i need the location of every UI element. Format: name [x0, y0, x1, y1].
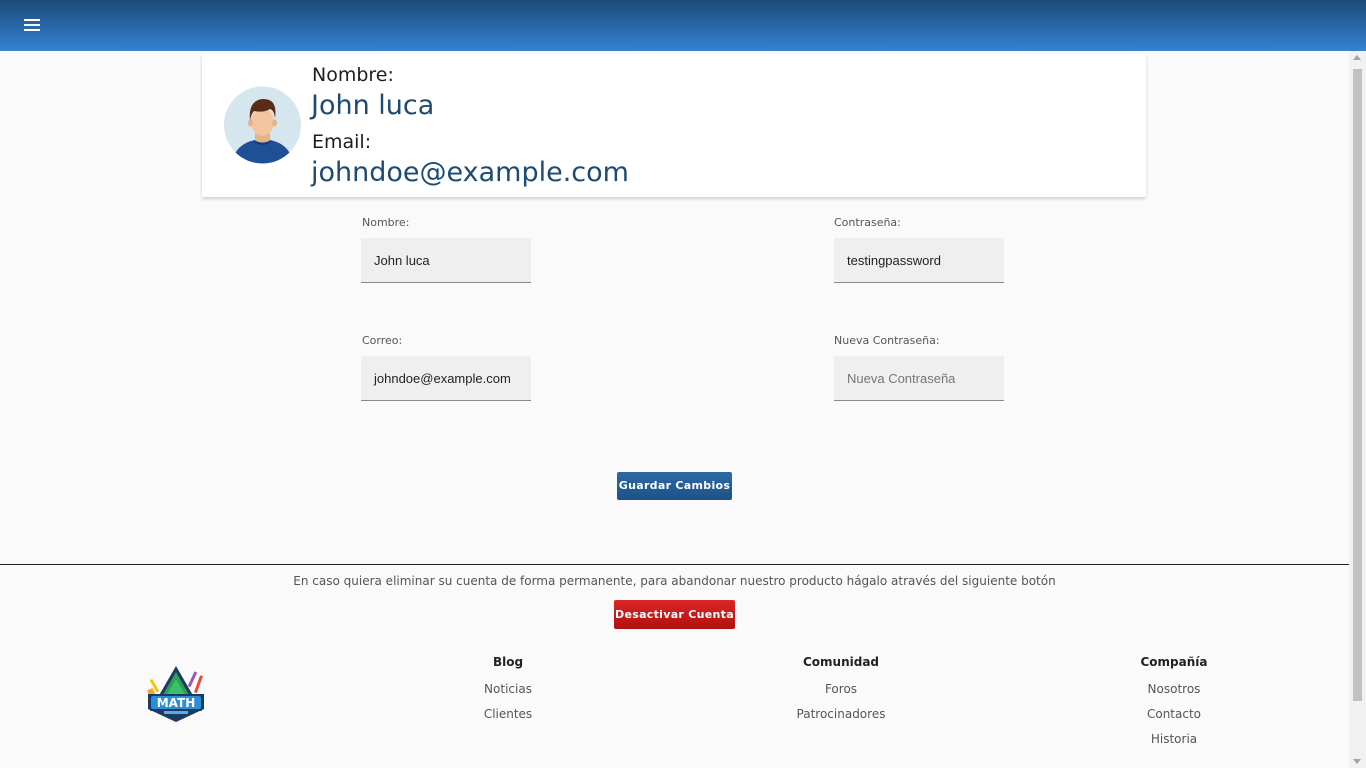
- profile-email-label: Email:: [312, 131, 372, 153]
- footer-link-patrocinadores[interactable]: Patrocinadores: [761, 707, 921, 722]
- footer-column-title: Compañía: [1140, 655, 1208, 669]
- footer-link-nosotros[interactable]: Nosotros: [1094, 682, 1254, 697]
- profile-card: Nombre: John luca Email: johndoe@example…: [202, 54, 1146, 197]
- password-field-label: Contraseña:: [834, 216, 901, 229]
- new-password-field-label: Nueva Contraseña:: [834, 334, 940, 347]
- profile-name-label: Nombre:: [312, 64, 394, 86]
- footer-link-contacto[interactable]: Contacto: [1094, 707, 1254, 722]
- save-changes-button[interactable]: Guardar Cambios: [617, 472, 732, 500]
- footer-column-title: Comunidad: [802, 655, 880, 669]
- profile-name-value: John luca: [311, 90, 435, 121]
- math-logo[interactable]: MATH: [146, 665, 206, 723]
- footer-column-blog: Blog Noticias Clientes: [428, 655, 588, 732]
- email-field-label: Correo:: [362, 334, 403, 347]
- footer-link-noticias[interactable]: Noticias: [428, 682, 588, 697]
- scroll-down-arrow-icon[interactable]: [1353, 759, 1361, 764]
- avatar: [224, 86, 301, 164]
- name-field-label: Nombre:: [362, 216, 410, 229]
- footer-link-clientes[interactable]: Clientes: [428, 707, 588, 722]
- footer-column-compania: Compañía Nosotros Contacto Historia: [1094, 655, 1254, 757]
- top-app-bar: [0, 0, 1366, 51]
- email-input[interactable]: johndoe@example.com: [361, 356, 531, 401]
- delete-account-note: En caso quiera eliminar su cuenta de for…: [293, 574, 1056, 588]
- hamburger-icon[interactable]: [24, 19, 40, 31]
- scroll-up-arrow-icon[interactable]: [1353, 55, 1361, 60]
- scrollbar-thumb[interactable]: [1353, 69, 1362, 701]
- name-input[interactable]: John luca: [361, 238, 531, 283]
- section-divider: [0, 564, 1349, 565]
- footer-column-title: Blog: [492, 655, 524, 669]
- footer-link-foros[interactable]: Foros: [761, 682, 921, 697]
- password-input[interactable]: testingpassword: [834, 238, 1004, 283]
- scrollbar[interactable]: [1349, 51, 1366, 768]
- profile-email-value: johndoe@example.com: [311, 157, 629, 188]
- footer-link-historia[interactable]: Historia: [1094, 732, 1254, 747]
- new-password-input[interactable]: Nueva Contraseña: [834, 356, 1004, 401]
- math-logo-text: MATH: [157, 696, 196, 710]
- footer-column-comunidad: Comunidad Foros Patrocinadores: [761, 655, 921, 732]
- deactivate-account-button[interactable]: Desactivar Cuenta: [614, 600, 735, 629]
